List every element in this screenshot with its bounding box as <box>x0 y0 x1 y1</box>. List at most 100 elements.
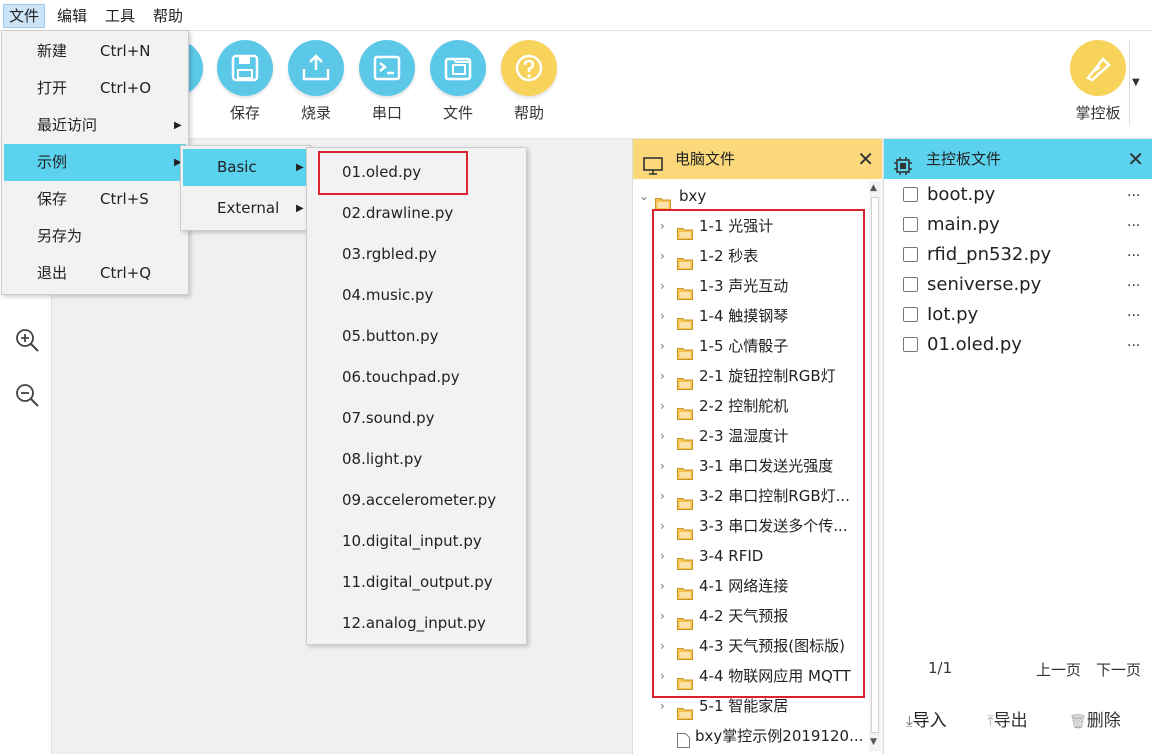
chevron-right-icon[interactable]: › <box>660 571 665 601</box>
chevron-right-icon[interactable]: › <box>660 511 665 541</box>
pc-files-close-icon[interactable]: ✕ <box>857 139 874 179</box>
tree-folder-item[interactable]: › 3-4 RFID <box>633 541 867 571</box>
import-button[interactable]: ⤓导入 <box>906 706 947 731</box>
tree-folder-item[interactable]: › 4-3 天气预报(图标版) <box>633 631 867 661</box>
chevron-right-icon[interactable]: › <box>660 481 665 511</box>
tree-folder-item[interactable]: › 1-4 触摸钢琴 <box>633 301 867 331</box>
board-button[interactable]: 掌控板 <box>1064 40 1132 123</box>
menu-edit[interactable]: 编辑 <box>52 4 92 28</box>
more-options-icon[interactable]: ... <box>1127 297 1140 327</box>
more-options-icon[interactable]: ... <box>1127 207 1140 237</box>
tree-folder-item[interactable]: › 4-4 物联网应用 MQTT <box>633 661 867 691</box>
menu-open[interactable]: 打开 Ctrl+O <box>4 70 186 107</box>
chevron-right-icon[interactable]: › <box>660 451 665 481</box>
menu-save[interactable]: 保存 Ctrl+S <box>4 181 186 218</box>
menu-recent[interactable]: 最近访问 ▶ <box>4 107 186 144</box>
chevron-right-icon[interactable]: › <box>660 301 665 331</box>
file-checkbox[interactable] <box>903 277 918 292</box>
export-button[interactable]: ⤒导出 <box>987 706 1028 731</box>
board-file-row[interactable]: 01.oled.py... <box>903 330 1143 360</box>
chevron-right-icon[interactable]: › <box>660 691 665 721</box>
menu-basic[interactable]: Basic ▶ <box>183 149 308 186</box>
next-page-link[interactable]: 下一页 <box>1096 659 1141 680</box>
chevron-right-icon[interactable]: › <box>660 391 665 421</box>
basic-example-item[interactable]: 12.analog_input.py <box>309 603 524 644</box>
basic-example-item[interactable]: 01.oled.py <box>309 152 524 193</box>
chevron-right-icon[interactable]: › <box>660 241 665 271</box>
basic-example-item[interactable]: 11.digital_output.py <box>309 562 524 603</box>
menu-tools[interactable]: 工具 <box>100 4 140 28</box>
chevron-right-icon[interactable]: › <box>660 361 665 391</box>
tree-file-item[interactable]: bxy掌控示例2019120... <box>633 721 867 751</box>
pc-files-scrollbar[interactable]: ▲ ▼ <box>869 181 881 751</box>
tree-root-folder[interactable]: ⌄ bxy <box>633 181 867 211</box>
menu-help[interactable]: 帮助 <box>148 4 188 28</box>
tree-folder-item[interactable]: › 2-2 控制舵机 <box>633 391 867 421</box>
more-options-icon[interactable]: ... <box>1127 327 1140 357</box>
basic-example-item[interactable]: 05.button.py <box>309 316 524 357</box>
basic-example-item[interactable]: 03.rgbled.py <box>309 234 524 275</box>
menu-save-as[interactable]: 另存为 <box>4 218 186 255</box>
basic-example-item[interactable]: 07.sound.py <box>309 398 524 439</box>
board-dropdown-icon[interactable]: ▼ <box>1132 77 1140 88</box>
burn-button[interactable]: 烧录 <box>281 40 351 123</box>
chevron-right-icon[interactable]: › <box>660 601 665 631</box>
basic-example-item[interactable]: 10.digital_input.py <box>309 521 524 562</box>
help-button[interactable]: 帮助 <box>494 40 564 123</box>
file-checkbox[interactable] <box>903 307 918 322</box>
menu-file[interactable]: 文件 <box>3 4 46 28</box>
tree-folder-item[interactable]: › 1-3 声光互动 <box>633 271 867 301</box>
chevron-right-icon[interactable]: › <box>660 631 665 661</box>
zoom-in-icon[interactable] <box>14 327 40 353</box>
tree-folder-item[interactable]: › 4-2 天气预报 <box>633 601 867 631</box>
more-options-icon[interactable]: ... <box>1127 177 1140 207</box>
more-options-icon[interactable]: ... <box>1127 237 1140 267</box>
tree-folder-item[interactable]: › 3-1 串口发送光强度 <box>633 451 867 481</box>
file-checkbox[interactable] <box>903 217 918 232</box>
basic-example-item[interactable]: 08.light.py <box>309 439 524 480</box>
menu-new[interactable]: 新建 Ctrl+N <box>4 33 186 70</box>
chevron-down-icon[interactable]: ⌄ <box>639 181 649 211</box>
chevron-right-icon[interactable]: › <box>660 271 665 301</box>
files-button[interactable]: 文件 <box>423 40 493 123</box>
tree-folder-item[interactable]: › 3-2 串口控制RGB灯... <box>633 481 867 511</box>
basic-example-item[interactable]: 04.music.py <box>309 275 524 316</box>
scroll-up-icon[interactable]: ▲ <box>870 183 877 193</box>
tree-folder-item[interactable]: › 2-3 温湿度计 <box>633 421 867 451</box>
menu-external[interactable]: External ▶ <box>183 190 308 227</box>
board-file-row[interactable]: seniverse.py... <box>903 270 1143 300</box>
menu-exit[interactable]: 退出 Ctrl+Q <box>4 255 186 292</box>
chevron-right-icon[interactable]: › <box>660 421 665 451</box>
file-checkbox[interactable] <box>903 187 918 202</box>
chevron-right-icon[interactable]: › <box>660 541 665 571</box>
scroll-down-icon[interactable]: ▼ <box>870 737 877 747</box>
file-checkbox[interactable] <box>903 247 918 262</box>
delete-button[interactable]: 🗑删除 <box>1069 706 1121 731</box>
basic-example-item[interactable]: 09.accelerometer.py <box>309 480 524 521</box>
save-button[interactable]: 保存 <box>210 40 280 123</box>
scroll-thumb[interactable] <box>871 197 879 733</box>
tree-folder-item[interactable]: › 2-1 旋钮控制RGB灯 <box>633 361 867 391</box>
tree-folder-item[interactable]: › 1-5 心情骰子 <box>633 331 867 361</box>
tree-folder-item[interactable]: › 1-1 光强计 <box>633 211 867 241</box>
prev-page-link[interactable]: 上一页 <box>1036 659 1081 680</box>
zoom-out-icon[interactable] <box>14 382 40 408</box>
board-files-close-icon[interactable]: ✕ <box>1127 139 1144 179</box>
menu-examples[interactable]: 示例 ▶ <box>4 144 186 181</box>
board-file-row[interactable]: rfid_pn532.py... <box>903 240 1143 270</box>
tree-folder-item[interactable]: › 3-3 串口发送多个传... <box>633 511 867 541</box>
chevron-right-icon[interactable]: › <box>660 331 665 361</box>
basic-example-item[interactable]: 06.touchpad.py <box>309 357 524 398</box>
board-file-row[interactable]: Iot.py... <box>903 300 1143 330</box>
more-options-icon[interactable]: ... <box>1127 267 1140 297</box>
basic-example-item[interactable]: 02.drawline.py <box>309 193 524 234</box>
board-file-row[interactable]: main.py... <box>903 210 1143 240</box>
board-file-row[interactable]: boot.py... <box>903 180 1143 210</box>
chevron-right-icon[interactable]: › <box>660 661 665 691</box>
file-checkbox[interactable] <box>903 337 918 352</box>
tree-folder-item[interactable]: › 4-1 网络连接 <box>633 571 867 601</box>
tree-folder-item[interactable]: › 1-2 秒表 <box>633 241 867 271</box>
tree-folder-item[interactable]: › 5-1 智能家居 <box>633 691 867 721</box>
serial-button[interactable]: 串口 <box>352 40 422 123</box>
chevron-right-icon[interactable]: › <box>660 211 665 241</box>
